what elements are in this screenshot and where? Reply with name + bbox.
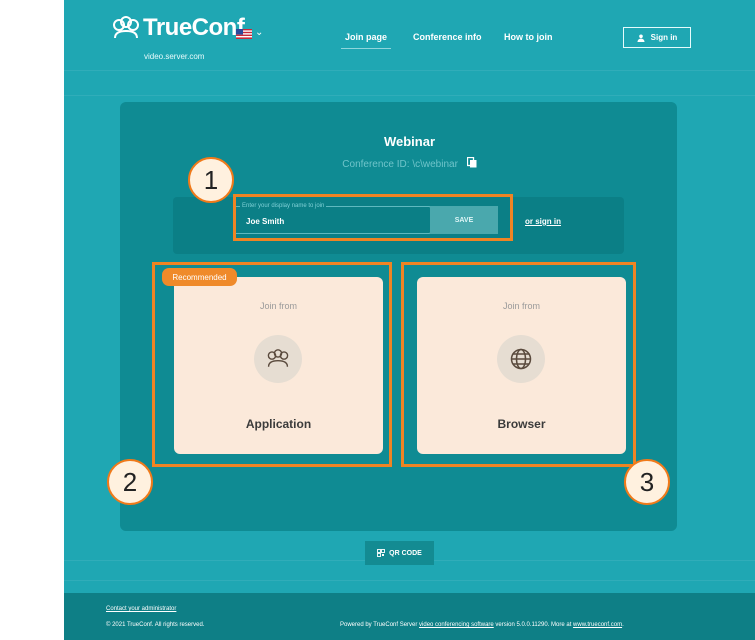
powered-prefix: Powered by TrueConf Server xyxy=(340,622,420,628)
qr-code-label: QR CODE xyxy=(389,549,422,557)
server-address: video.server.com xyxy=(144,52,205,61)
nav-join-page[interactable]: Join page xyxy=(340,32,392,49)
qr-code-icon xyxy=(377,549,386,557)
nav-how-to-join[interactable]: How to join xyxy=(504,32,553,42)
highlight-box-1 xyxy=(233,194,513,241)
trueconf-logo-icon xyxy=(113,16,139,39)
annotation-number-3: 3 xyxy=(624,459,670,505)
qr-code-button[interactable]: QR CODE xyxy=(365,541,434,565)
video-conferencing-link[interactable]: video conferencing software xyxy=(419,622,494,628)
powered-by: Powered by TrueConf Server video confere… xyxy=(340,622,624,628)
screenshot: TrueConf video.server.com ⌄ Join page Co… xyxy=(0,0,755,640)
highlight-box-3 xyxy=(401,262,636,467)
highlight-box-2 xyxy=(152,262,392,467)
chevron-down-icon[interactable]: ⌄ xyxy=(255,27,263,38)
trueconf-site-link[interactable]: www.trueconf.com xyxy=(573,622,622,628)
powered-suffix: . xyxy=(622,622,624,628)
conference-id-row: Conference ID: \c\webinar xyxy=(64,157,755,170)
trueconf-logo[interactable]: TrueConf xyxy=(112,14,245,42)
logo-text: TrueConf xyxy=(143,14,245,41)
footer xyxy=(64,593,755,640)
conference-id: Conference ID: \c\webinar xyxy=(342,159,458,170)
sign-in-label: Sign in xyxy=(650,33,678,42)
contact-admin-link[interactable]: Contact your administrator xyxy=(106,606,176,612)
annotation-number-2: 2 xyxy=(107,459,153,505)
conference-title: Webinar xyxy=(383,134,436,149)
sign-in-button[interactable]: Sign in xyxy=(623,27,691,48)
copyright: © 2021 TrueConf. All rights reserved. xyxy=(106,622,205,628)
powered-middle: version 5.0.0.11290. More at xyxy=(493,622,574,628)
us-flag-icon[interactable] xyxy=(236,29,252,39)
copy-icon[interactable] xyxy=(466,157,477,168)
user-icon xyxy=(637,34,645,42)
annotation-number-1: 1 xyxy=(188,157,234,203)
or-sign-in-link[interactable]: or sign in xyxy=(525,217,561,226)
nav-conference-info[interactable]: Conference info xyxy=(413,32,482,42)
